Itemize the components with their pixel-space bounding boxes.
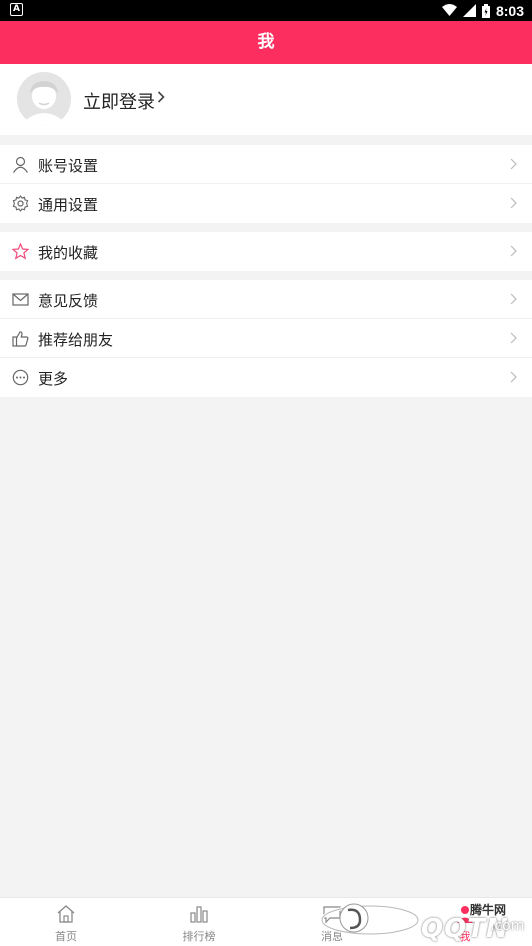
gear-icon — [12, 195, 29, 212]
watermark-site-name: 腾牛网 — [470, 903, 507, 917]
login-row[interactable]: 立即登录 — [0, 64, 532, 135]
more-dots-icon — [12, 369, 29, 386]
user-icon — [13, 156, 28, 173]
menu-item-label: 意见反馈 — [38, 292, 99, 310]
tab-ranking[interactable]: 排行榜 — [159, 898, 239, 946]
star-icon — [12, 243, 29, 260]
status-icons: 8:03 — [441, 2, 524, 19]
bar-chart-icon — [190, 906, 208, 923]
tab-label: 首页 — [55, 930, 77, 943]
chevron-right-icon — [510, 245, 517, 257]
favorites-group: 我的收藏 — [0, 232, 532, 271]
chevron-right-icon — [510, 332, 517, 344]
menu-item-recommend[interactable]: 推荐给朋友 — [0, 319, 532, 358]
misc-group: 意见反馈 推荐给朋友 更多 — [0, 280, 532, 397]
menu-item-feedback[interactable]: 意见反馈 — [0, 280, 532, 319]
settings-group: 账号设置 通用设置 — [0, 145, 532, 223]
menu-item-label: 我的收藏 — [38, 244, 99, 262]
watermark-logo-icon — [320, 903, 420, 936]
wifi-icon — [441, 4, 457, 16]
menu-item-account-settings[interactable]: 账号设置 — [0, 145, 532, 184]
tab-label: 排行榜 — [182, 930, 216, 943]
tab-home[interactable]: 首页 — [26, 898, 106, 946]
chevron-right-icon — [510, 371, 517, 383]
chevron-right-icon — [510, 158, 517, 170]
signal-icon — [462, 4, 476, 17]
chevron-right-icon — [510, 197, 517, 209]
clock: 8:03 — [495, 2, 524, 19]
app-notification-icon: A — [10, 3, 23, 16]
chevron-right-icon — [157, 91, 165, 103]
page-title: 我 — [0, 21, 532, 64]
menu-item-label: 账号设置 — [38, 157, 99, 175]
menu-item-label: 通用设置 — [38, 196, 99, 214]
home-icon — [57, 905, 75, 923]
menu-item-favorites[interactable]: 我的收藏 — [0, 232, 532, 271]
login-label[interactable]: 立即登录 — [83, 88, 155, 114]
avatar[interactable] — [17, 72, 71, 126]
mail-icon — [12, 293, 29, 306]
menu-item-more[interactable]: 更多 — [0, 358, 532, 397]
thumbs-up-icon — [12, 331, 29, 347]
battery-icon — [481, 3, 490, 18]
status-bar: A 8:03 — [0, 0, 532, 21]
menu-item-general-settings[interactable]: 通用设置 — [0, 184, 532, 223]
default-avatar-icon — [17, 72, 71, 126]
watermark-suffix: .com — [490, 918, 525, 934]
site-watermark: QQTN 腾牛网 .com — [320, 890, 532, 946]
chevron-right-icon — [510, 293, 517, 305]
menu-item-label: 推荐给朋友 — [38, 331, 114, 349]
menu-item-label: 更多 — [38, 370, 69, 388]
